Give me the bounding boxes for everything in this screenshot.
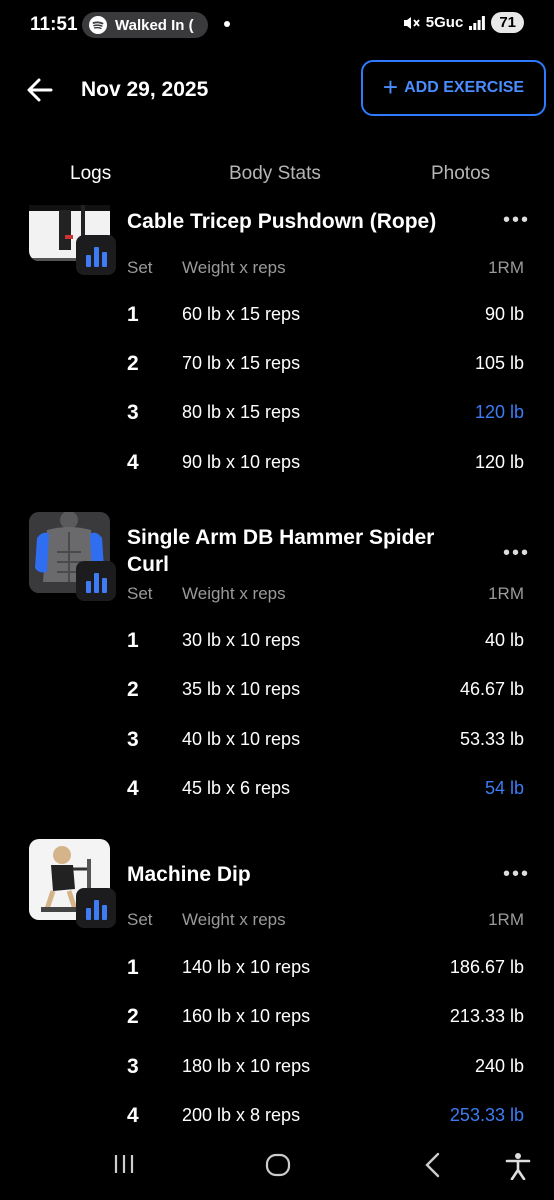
page-title: Nov 29, 2025 xyxy=(81,78,209,101)
column-weight-reps: Weight x reps xyxy=(182,910,286,929)
system-nav-bar xyxy=(0,1130,554,1200)
column-1rm: 1RM xyxy=(488,910,524,929)
set-weight-reps[interactable]: 160 lb x 10 reps xyxy=(182,1006,310,1027)
set-weight-reps[interactable]: 45 lb x 6 reps xyxy=(182,778,290,799)
set-one-rm-pr: 120 lb xyxy=(474,402,524,422)
set-weight-reps[interactable]: 80 lb x 15 reps xyxy=(182,402,300,423)
set-weight-reps[interactable]: 140 lb x 10 reps xyxy=(182,957,310,978)
tab-logs[interactable]: Logs xyxy=(70,163,111,185)
app-header: Nov 29, 2025 + ADD EXERCISE xyxy=(0,60,554,120)
set-weight-reps[interactable]: 180 lb x 10 reps xyxy=(182,1056,310,1077)
status-time: 11:51 xyxy=(30,14,78,35)
logs-list[interactable]: Cable Tricep Pushdown (Rope) ••• Set Wei… xyxy=(0,205,554,1130)
set-weight-reps[interactable]: 40 lb x 10 reps xyxy=(182,729,300,750)
status-icons: 5Guc 71 xyxy=(402,12,524,33)
column-weight-reps: Weight x reps xyxy=(182,258,286,277)
back-nav-icon[interactable] xyxy=(422,1152,444,1178)
column-weight-reps: Weight x reps xyxy=(182,584,286,603)
tab-body-stats[interactable]: Body Stats xyxy=(229,163,321,185)
set-one-rm: 90 lb xyxy=(484,304,524,324)
add-exercise-label: ADD EXERCISE xyxy=(404,79,525,96)
notification-dot xyxy=(224,21,230,27)
stats-icon[interactable] xyxy=(76,888,116,928)
battery-indicator: 71 xyxy=(491,12,524,33)
set-number: 4 xyxy=(127,777,139,800)
plus-icon: + xyxy=(382,72,399,102)
set-number: 3 xyxy=(127,401,139,424)
set-weight-reps[interactable]: 60 lb x 15 reps xyxy=(182,304,300,325)
set-one-rm: 240 lb xyxy=(474,1056,524,1076)
media-pill[interactable]: Walked In ( xyxy=(82,12,208,38)
column-set: Set xyxy=(127,258,153,277)
set-number: 1 xyxy=(127,303,139,326)
set-number: 2 xyxy=(127,1005,139,1028)
status-bar: 11:51 Walked In ( 5Guc 71 xyxy=(0,0,554,46)
stats-icon[interactable] xyxy=(76,561,116,601)
set-number: 4 xyxy=(127,1104,139,1127)
set-one-rm: 213.33 lb xyxy=(449,1006,524,1026)
exercise-name[interactable]: Cable Tricep Pushdown (Rope) xyxy=(127,208,467,235)
set-weight-reps[interactable]: 90 lb x 10 reps xyxy=(182,452,300,473)
network-label: 5Guc xyxy=(425,14,464,31)
set-one-rm: 53.33 lb xyxy=(459,729,524,749)
exercise-name[interactable]: Single Arm DB Hammer Spider Curl xyxy=(127,524,467,578)
home-icon[interactable] xyxy=(265,1152,291,1178)
recents-icon[interactable] xyxy=(112,1152,136,1176)
set-one-rm: 105 lb xyxy=(474,353,524,373)
set-one-rm: 46.67 lb xyxy=(459,679,524,699)
set-one-rm: 40 lb xyxy=(484,630,524,650)
set-number: 2 xyxy=(127,678,139,701)
set-number: 2 xyxy=(127,352,139,375)
set-one-rm-pr: 54 lb xyxy=(484,778,524,798)
tab-photos[interactable]: Photos xyxy=(431,163,490,185)
set-one-rm: 186.67 lb xyxy=(449,957,524,977)
column-set: Set xyxy=(127,584,153,603)
set-one-rm: 120 lb xyxy=(474,452,524,472)
set-weight-reps[interactable]: 30 lb x 10 reps xyxy=(182,630,300,651)
column-1rm: 1RM xyxy=(488,258,524,277)
column-set: Set xyxy=(127,910,153,929)
mute-icon xyxy=(403,16,420,29)
set-one-rm-pr: 253.33 lb xyxy=(449,1105,524,1125)
signal-icon xyxy=(469,15,486,30)
more-icon[interactable]: ••• xyxy=(503,542,530,565)
more-icon[interactable]: ••• xyxy=(503,863,530,886)
set-number: 4 xyxy=(127,451,139,474)
set-weight-reps[interactable]: 200 lb x 8 reps xyxy=(182,1105,300,1126)
set-number: 3 xyxy=(127,1055,139,1078)
set-weight-reps[interactable]: 70 lb x 15 reps xyxy=(182,353,300,374)
set-weight-reps[interactable]: 35 lb x 10 reps xyxy=(182,679,300,700)
tab-bar: Logs Body Stats Photos xyxy=(0,160,554,190)
spotify-icon xyxy=(89,16,107,34)
set-number: 3 xyxy=(127,728,139,751)
set-number: 1 xyxy=(127,629,139,652)
column-1rm: 1RM xyxy=(488,584,524,603)
media-title: Walked In ( xyxy=(115,16,194,34)
back-arrow-icon[interactable] xyxy=(26,76,54,104)
accessibility-icon[interactable] xyxy=(505,1152,531,1180)
add-exercise-button[interactable]: + ADD EXERCISE xyxy=(361,60,546,116)
exercise-name[interactable]: Machine Dip xyxy=(127,861,467,888)
stats-icon[interactable] xyxy=(76,235,116,275)
more-icon[interactable]: ••• xyxy=(503,209,530,232)
set-number: 1 xyxy=(127,956,139,979)
